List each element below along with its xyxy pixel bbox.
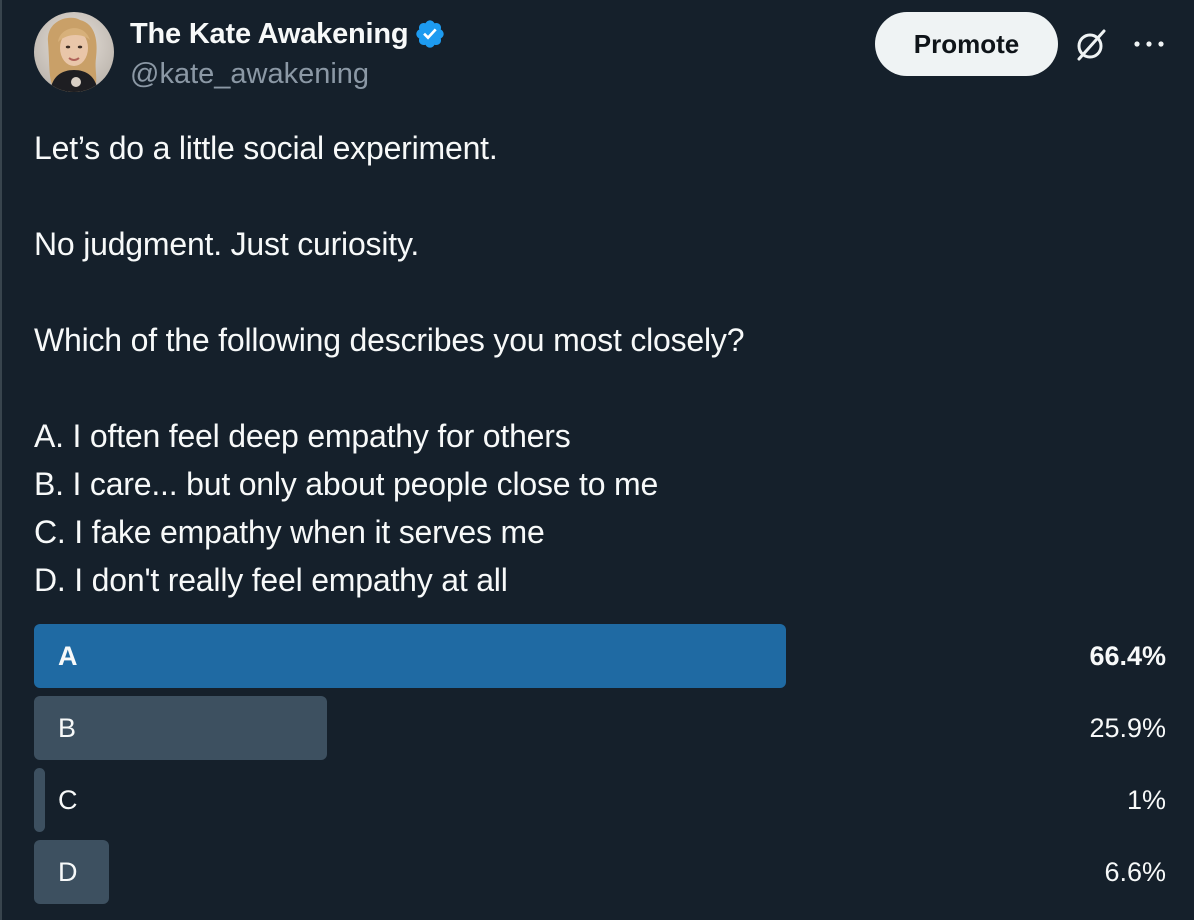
poll-option-percent: 66.4% bbox=[1089, 641, 1166, 671]
poll-option-percent: 25.9% bbox=[1089, 713, 1166, 743]
more-icon[interactable] bbox=[1132, 32, 1166, 56]
tweet-line: No judgment. Just curiosity. bbox=[34, 226, 420, 262]
poll: A 66.4% B 25.9% C 1% D 6.6% bbox=[34, 624, 1166, 912]
tweet-blank-line bbox=[34, 268, 1154, 316]
poll-option-b: B 25.9% bbox=[34, 696, 1166, 760]
poll-bar bbox=[34, 624, 786, 688]
avatar[interactable] bbox=[34, 12, 114, 92]
tweet-header: The Kate Awakening @kate_awakening Promo… bbox=[34, 12, 1164, 96]
author-info: The Kate Awakening @kate_awakening bbox=[130, 14, 446, 91]
poll-option-label: B bbox=[58, 713, 77, 743]
display-name[interactable]: The Kate Awakening bbox=[130, 18, 409, 51]
tweet-line: Let’s do a little social experiment. bbox=[34, 130, 498, 166]
poll-option-c: C 1% bbox=[34, 768, 1166, 832]
grok-icon[interactable] bbox=[1074, 28, 1108, 62]
tweet-line: Which of the following describes you mos… bbox=[34, 322, 745, 358]
poll-option-label: A bbox=[58, 641, 78, 671]
author-handle[interactable]: @kate_awakening bbox=[130, 58, 446, 91]
poll-option-a: A 66.4% bbox=[34, 624, 1166, 688]
poll-bar bbox=[34, 696, 328, 760]
tweet-line: B. I care... but only about people close… bbox=[34, 466, 659, 502]
poll-option-percent: 6.6% bbox=[1104, 857, 1166, 887]
poll-option-d: D 6.6% bbox=[34, 840, 1166, 904]
poll-option-label: C bbox=[58, 785, 78, 815]
tweet-blank-line bbox=[34, 172, 1154, 220]
poll-option-percent: 1% bbox=[1126, 785, 1166, 815]
tweet-text: Let’s do a little social experiment. No j… bbox=[34, 124, 1154, 604]
verified-badge-icon[interactable] bbox=[414, 18, 446, 50]
tweet-line: C. I fake empathy when it serves me bbox=[34, 514, 545, 550]
promote-button[interactable]: Promote bbox=[875, 12, 1058, 76]
poll-option-label: D bbox=[58, 857, 78, 887]
poll-bar bbox=[34, 768, 46, 832]
tweet-line: A. I often feel deep empathy for others bbox=[34, 418, 571, 454]
left-border bbox=[0, 0, 2, 920]
tweet-line: D. I don't really feel empathy at all bbox=[34, 562, 508, 598]
avatar-image bbox=[34, 12, 114, 92]
tweet-blank-line bbox=[34, 364, 1154, 412]
